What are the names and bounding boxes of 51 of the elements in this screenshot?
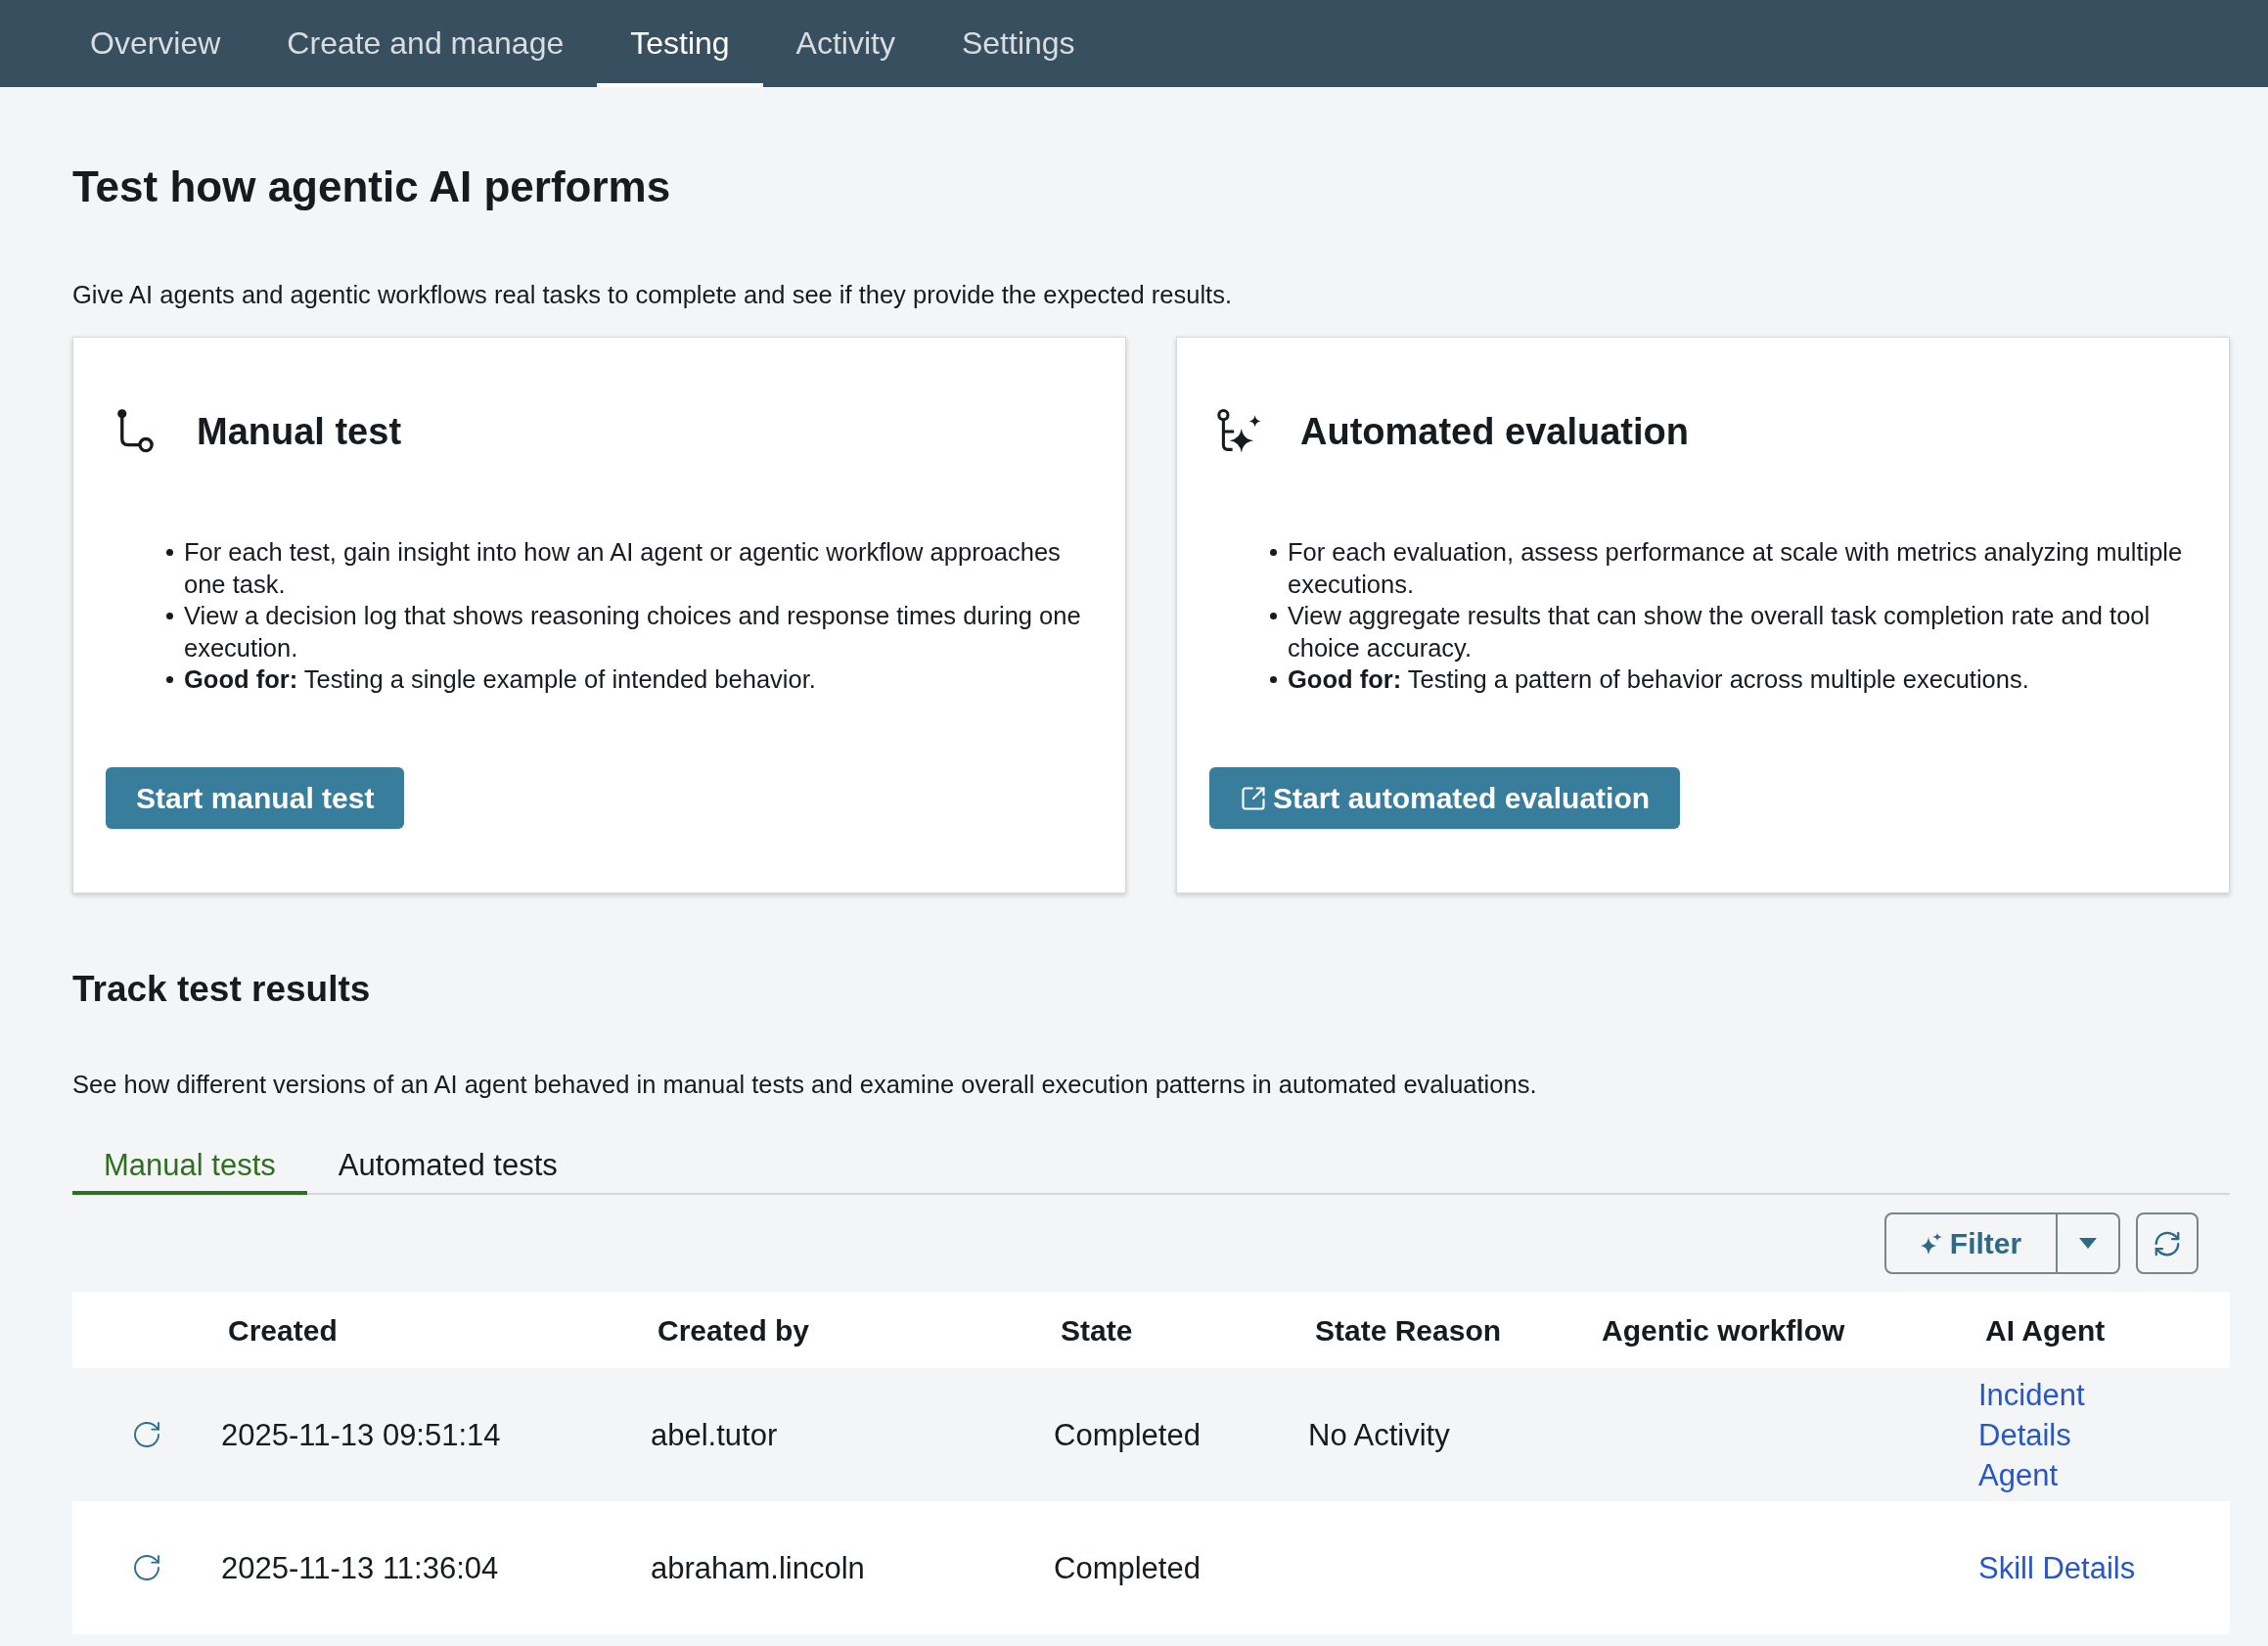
rotate-arrow-icon bbox=[131, 1419, 162, 1450]
bullet-text: View aggregate results that can show the overall task completion rate and tool choice accuracy. bbox=[1288, 601, 2152, 663]
table-cell: No Activity bbox=[1308, 1417, 1450, 1452]
bullet-icon bbox=[166, 613, 173, 619]
column-header: State Reason bbox=[1315, 1313, 1502, 1347]
filter-menu-button[interactable] bbox=[2058, 1212, 2120, 1274]
nav-tab[interactable]: Overview bbox=[57, 0, 254, 87]
table-cell: 2025-11-13 11:36:04 bbox=[221, 1550, 499, 1585]
bullet-text: Good for: Testing a single example of intended behavior. bbox=[184, 664, 816, 695]
agent-link[interactable]: Incident Details Agent bbox=[1978, 1374, 2147, 1495]
nav-tab[interactable]: Create and manage bbox=[253, 0, 598, 87]
section-title: Track test results bbox=[72, 968, 372, 1011]
caret-down-icon bbox=[2079, 1238, 2097, 1249]
nav-tab[interactable]: Settings bbox=[928, 0, 1109, 87]
card-title: Automated evaluation bbox=[1300, 410, 1689, 454]
start-button[interactable]: Start automated evaluation bbox=[1209, 767, 1681, 829]
bullet-icon bbox=[1270, 613, 1277, 619]
page-description: Give AI agents and agentic workflows real tasks to complete and see if they provide the expected results. bbox=[72, 280, 1233, 310]
column-header: State bbox=[1061, 1313, 1133, 1347]
refresh-button[interactable] bbox=[2136, 1212, 2199, 1274]
bullet-text: For each evaluation, assess performance at scale with metrics analyzing multiple executions. bbox=[1288, 537, 2184, 600]
table-cell: Completed bbox=[1054, 1417, 1201, 1452]
card-title: Manual test bbox=[197, 410, 402, 454]
bullet-icon bbox=[166, 676, 173, 683]
table-cell: Completed bbox=[1054, 1550, 1201, 1585]
external-link-icon bbox=[1240, 784, 1267, 812]
results-tab[interactable]: Automated tests bbox=[306, 1135, 589, 1195]
filter-button[interactable]: Filter bbox=[1884, 1212, 2058, 1274]
table-cell: abel.tutor bbox=[651, 1417, 778, 1452]
bullet-icon bbox=[1270, 676, 1277, 683]
bullet-text: Good for: Testing a pattern of behavior across multiple executions. bbox=[1288, 664, 2029, 695]
rotate-arrow-icon bbox=[131, 1552, 162, 1583]
column-header: Agentic workflow bbox=[1602, 1313, 1845, 1347]
column-header: Created bbox=[228, 1313, 338, 1347]
nav-tab[interactable]: Testing bbox=[597, 0, 763, 87]
column-header: Created by bbox=[658, 1313, 810, 1347]
page-title: Test how agentic AI performs bbox=[72, 161, 672, 212]
section-description: See how different versions of an AI agent behaved in manual tests and examine overall execution patterns in automated evaluations. bbox=[72, 1070, 1538, 1100]
bullet-icon bbox=[166, 549, 173, 556]
results-tab[interactable]: Manual tests bbox=[72, 1135, 307, 1195]
agent-link[interactable]: Skill Details bbox=[1978, 1547, 2136, 1588]
table-cell: 2025-11-13 09:51:14 bbox=[221, 1417, 501, 1452]
sparkle-icon bbox=[1920, 1232, 1942, 1255]
start-button[interactable]: Start manual test bbox=[106, 767, 405, 829]
column-header: AI Agent bbox=[1985, 1313, 2106, 1347]
nav-tab[interactable]: Activity bbox=[762, 0, 929, 87]
bullet-icon bbox=[1270, 549, 1277, 556]
branch-sparkle-icon bbox=[1217, 409, 1261, 454]
bullet-text: For each test, gain insight into how an AI agent or agentic workflow approaches one task. bbox=[184, 537, 1062, 600]
table-cell: abraham.lincoln bbox=[651, 1550, 865, 1585]
bullet-text: View a decision log that shows reasoning choices and response times during one execution. bbox=[184, 601, 1082, 663]
